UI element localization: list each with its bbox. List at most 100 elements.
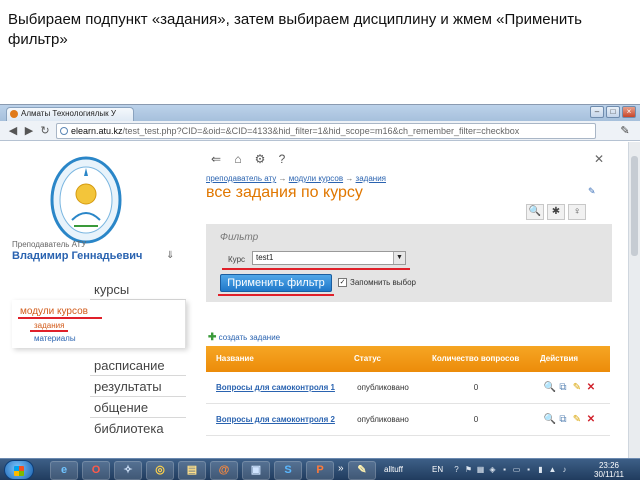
view-tools: 🔍 ✱ ♀ <box>526 204 586 220</box>
create-assignment-link[interactable]: ✚ создать задание <box>208 332 280 343</box>
clock-time: 23:26 <box>598 461 620 470</box>
breadcrumb-modules[interactable]: модули курсов <box>289 174 343 183</box>
tray-question-icon[interactable]: ? <box>452 465 461 474</box>
tray-signal-icon[interactable]: ▲ <box>548 465 557 474</box>
fullscreen-icon[interactable]: ✕ <box>594 152 604 166</box>
red-underline-course <box>222 268 410 270</box>
menu-item-results[interactable]: результаты <box>94 379 162 394</box>
tray-monitor-icon[interactable]: ▭ <box>512 465 521 474</box>
assignment-name-link[interactable]: Вопросы для самоконтроля 1 <box>206 372 344 403</box>
back-icon[interactable]: ◀ <box>6 124 20 138</box>
sidebar: Преподаватель АТУ Владимир Геннадьевич ⇓… <box>0 142 188 458</box>
clock[interactable]: 23:26 30/11/11 <box>586 461 632 479</box>
remember-checkbox[interactable]: ✓ <box>338 278 347 287</box>
window-icon[interactable]: ▣ <box>242 461 270 480</box>
edit-pencil-icon[interactable]: ✎ <box>572 382 583 393</box>
address-bar: ◀ ▶ ↻ elearn.atu.kz/test_test.php?CID=&o… <box>0 121 640 141</box>
delete-icon[interactable]: ✕ <box>586 382 597 393</box>
create-assignment-label: создать задание <box>218 333 281 342</box>
tray-shield-icon[interactable]: ◈ <box>488 465 497 474</box>
language-indicator[interactable]: EN <box>432 465 443 474</box>
star-icon[interactable]: ✱ <box>547 204 565 220</box>
column-header-status[interactable]: Статус <box>344 346 422 372</box>
browser-tab[interactable]: Алматы Технологиялык У <box>6 107 134 121</box>
red-underline-assignments <box>30 330 68 332</box>
column-header-actions: Действия <box>540 354 579 363</box>
home-icon[interactable]: ⌂ <box>230 152 246 166</box>
notepad-icon[interactable]: ✎ <box>348 461 376 480</box>
powerpoint-icon[interactable]: P <box>306 461 334 480</box>
skype-icon[interactable]: S <box>274 461 302 480</box>
teacher-name[interactable]: Владимир Геннадьевич <box>12 250 142 262</box>
internet-explorer-icon[interactable]: e <box>50 461 78 480</box>
table-header: Название Статус Количество вопросов Дейс… <box>206 346 610 372</box>
tray-usb-icon[interactable]: ▪ <box>524 465 533 474</box>
maximize-icon[interactable]: □ <box>606 106 620 118</box>
question-count: 0 <box>473 383 479 392</box>
edit-pencil-icon[interactable]: ✎ <box>572 414 583 425</box>
breadcrumb: преподаватель ату → модули курсов → зада… <box>206 174 386 183</box>
chevron-down-icon[interactable]: ▼ <box>393 252 405 264</box>
breadcrumb-teacher[interactable]: преподаватель ату <box>206 174 276 183</box>
view-icon[interactable]: 🔍 <box>544 414 556 425</box>
reload-icon[interactable]: ↻ <box>38 124 52 138</box>
delete-icon[interactable]: ✕ <box>586 414 597 425</box>
menu-item-courses[interactable]: курсы <box>94 282 129 297</box>
assignment-name-link[interactable]: Вопросы для самоконтроля 2 <box>206 404 344 435</box>
page-title: все задания по курсу <box>206 184 363 201</box>
help-icon[interactable]: ? <box>274 152 290 166</box>
tray-volume-icon[interactable]: ♪ <box>560 465 569 474</box>
chrome-icon[interactable]: ◎ <box>146 461 174 480</box>
submenu-item-assignments[interactable]: задания <box>34 321 64 330</box>
search-icon[interactable]: 🔍 <box>526 204 544 220</box>
back-arrows-icon[interactable]: ⇐ <box>208 152 224 166</box>
opera-icon[interactable]: O <box>82 461 110 480</box>
light-bulb-icon[interactable]: ♀ <box>568 204 586 220</box>
window-controls: – □ × <box>590 106 636 118</box>
menu-divider <box>90 396 186 397</box>
university-emblem-icon <box>50 156 122 244</box>
start-button[interactable] <box>4 460 34 480</box>
tray-network-icon[interactable]: ▦ <box>476 465 485 474</box>
table-row: Вопросы для самоконтроля 1 опубликовано … <box>206 372 610 404</box>
taskbar-overflow[interactable]: » <box>338 463 344 474</box>
mail-icon[interactable]: @ <box>210 461 238 480</box>
breadcrumb-assignments[interactable]: задания <box>356 174 386 183</box>
plus-icon: ✚ <box>208 332 217 343</box>
tray-app-icon[interactable]: ▪ <box>500 465 509 474</box>
tab-title: Алматы Технологиялык У <box>21 109 116 118</box>
apply-filter-button[interactable]: Применить фильтр <box>220 274 332 292</box>
taskbar-task-label[interactable]: alltuff <box>384 465 403 474</box>
url-host: elearn.atu.kz <box>71 126 123 136</box>
edit-icon[interactable]: ✎ <box>588 186 596 197</box>
row-actions: 🔍 ⧉ ✎ ✕ <box>530 372 610 403</box>
menu-item-library[interactable]: библиотека <box>94 421 164 436</box>
url-input[interactable]: elearn.atu.kz/test_test.php?CID=&oid=&CI… <box>56 123 596 139</box>
submenu-heading[interactable]: модули курсов <box>20 306 88 317</box>
menu-item-schedule[interactable]: расписание <box>94 358 165 373</box>
column-header-count[interactable]: Количество вопросов <box>422 346 530 372</box>
wrench-icon[interactable]: ✎ <box>618 124 632 138</box>
filter-title: Фильтр <box>220 232 259 243</box>
page-scrollbar[interactable] <box>628 142 640 458</box>
view-icon[interactable]: 🔍 <box>544 382 556 393</box>
forward-icon[interactable]: ▶ <box>22 124 36 138</box>
scroll-thumb[interactable] <box>631 156 638 256</box>
submenu-item-materials[interactable]: материалы <box>34 334 76 343</box>
column-header-name[interactable]: Название <box>206 346 344 372</box>
tray-flag-icon[interactable]: ⚑ <box>464 465 473 474</box>
collapse-arrow-icon[interactable]: ⇓ <box>166 250 174 261</box>
tray-battery-icon[interactable]: ▮ <box>536 465 545 474</box>
copy-icon[interactable]: ⧉ <box>558 414 569 425</box>
teacher-role: Преподаватель АТУ <box>12 240 87 249</box>
assignment-status: опубликовано <box>357 415 409 424</box>
assignment-status: опубликовано <box>357 383 409 392</box>
minimize-icon[interactable]: – <box>590 106 604 118</box>
close-window-icon[interactable]: × <box>622 106 636 118</box>
settings-icon[interactable]: ⚙ <box>252 152 268 166</box>
tools-icon[interactable]: ✧ <box>114 461 142 480</box>
copy-icon[interactable]: ⧉ <box>558 382 569 393</box>
folder-icon[interactable]: ▤ <box>178 461 206 480</box>
course-select[interactable]: test1 ▼ <box>252 251 406 265</box>
menu-item-communication[interactable]: общение <box>94 400 148 415</box>
